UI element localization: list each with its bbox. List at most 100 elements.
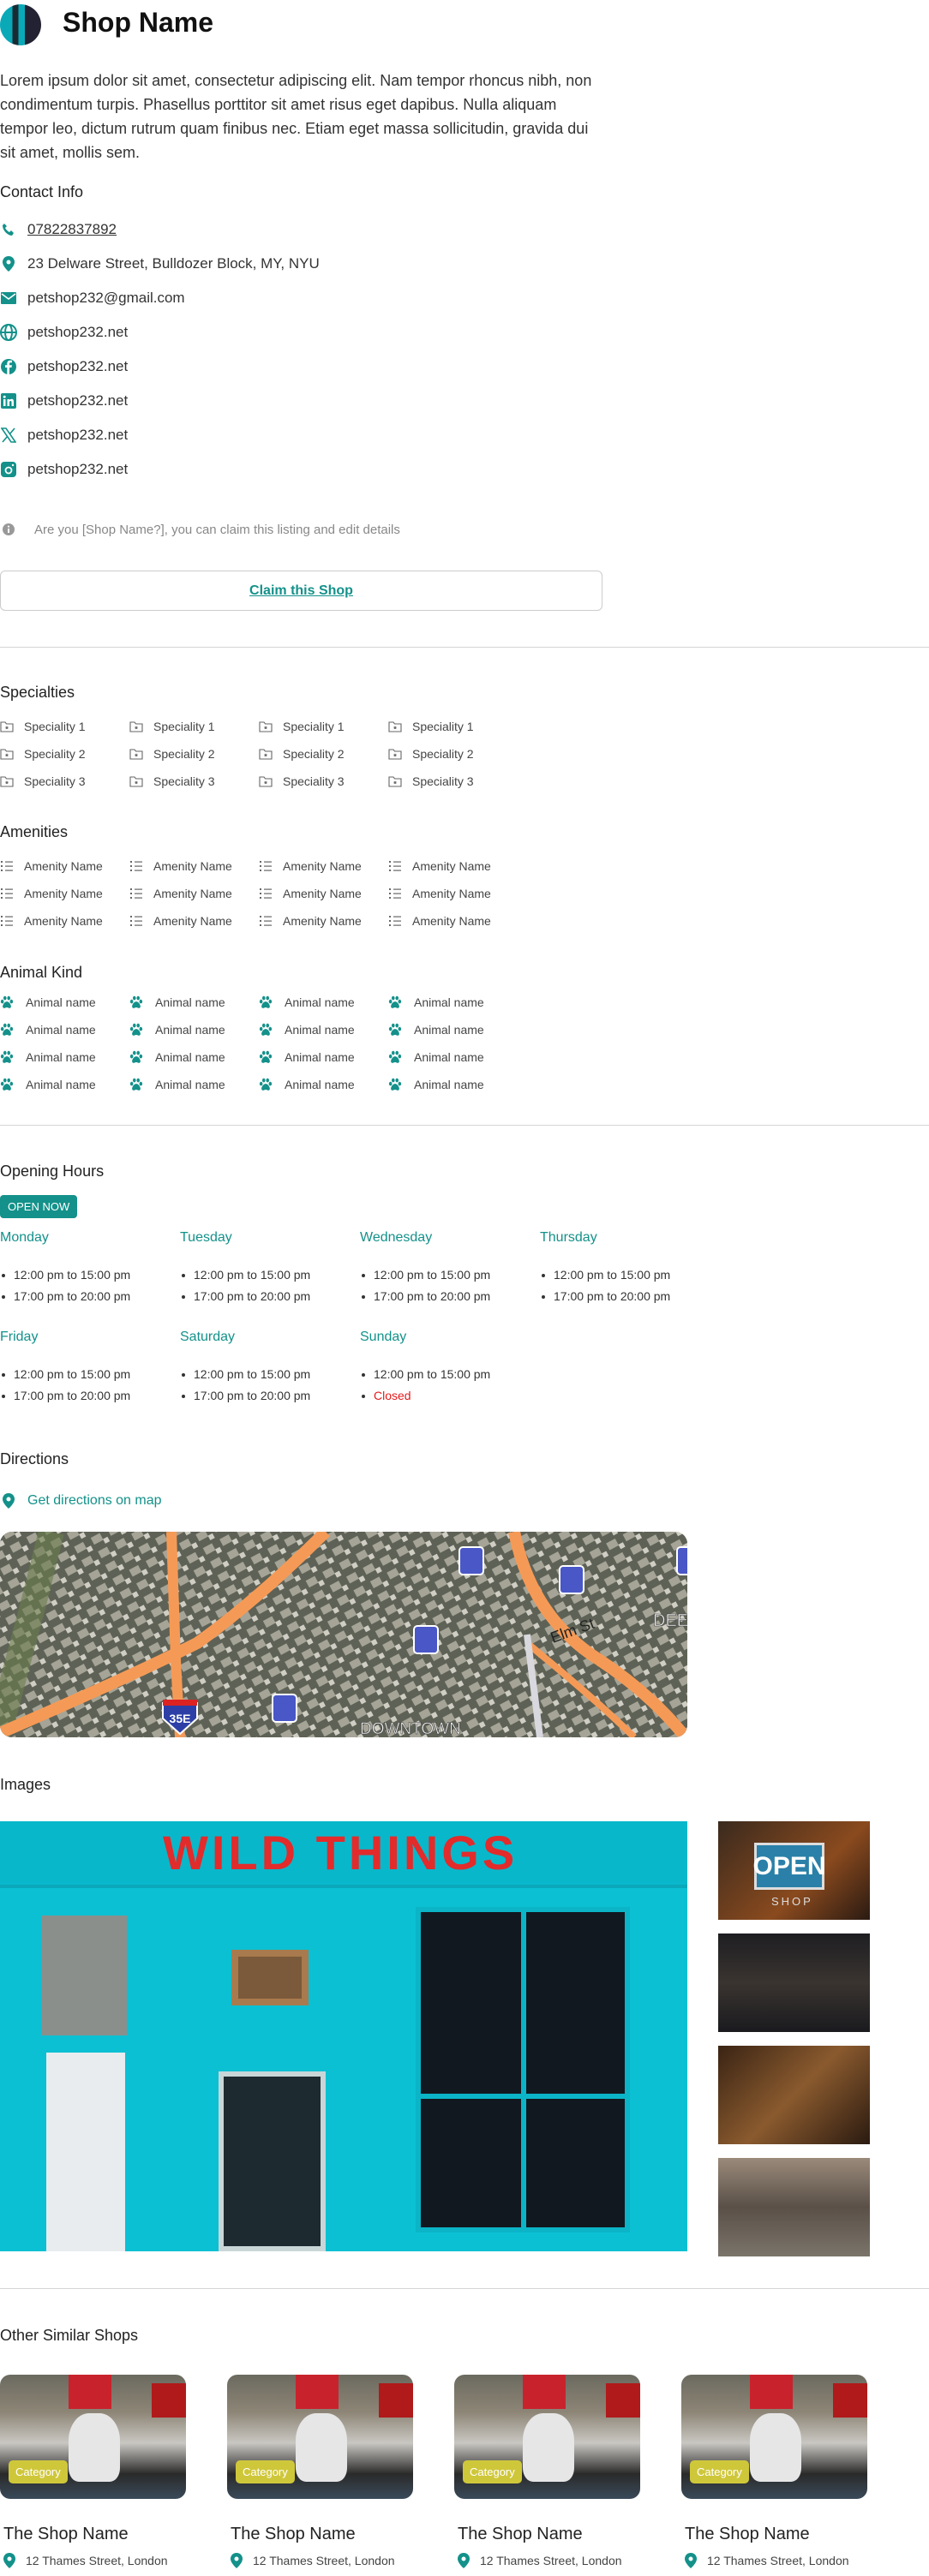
contact-item: petshop232.net — [0, 324, 128, 341]
animal-item: Animal name — [129, 1050, 225, 1064]
open-now-badge: OPEN NOW — [0, 1195, 78, 1218]
amenity-item-label: Amenity Name — [283, 887, 362, 900]
list-icon — [388, 887, 402, 900]
shop-avatar — [0, 4, 41, 45]
specialty-item: Speciality 1 — [259, 720, 345, 733]
storefront-sign: WILD THINGS — [163, 1826, 518, 1880]
day-saturday: Saturday 12:00 pm to 15:00 pm 17:00 pm to … — [180, 1330, 351, 1407]
shop-name[interactable]: The Shop Name — [458, 2525, 583, 2544]
directions-heading: Directions — [0, 1450, 69, 1467]
specialty-item: Speciality 3 — [0, 774, 86, 788]
instagram-icon — [0, 461, 17, 478]
amenities-heading: Amenities — [0, 823, 69, 840]
map[interactable]: 35E Elm St DOWNTOWN DEE — [0, 1532, 687, 1737]
category-badge: Category — [9, 2460, 68, 2483]
amenity-item-label: Amenity Name — [24, 914, 103, 928]
email-icon — [0, 290, 17, 307]
specialty-item: Speciality 2 — [388, 747, 474, 761]
day-thursday: Thursday 12:00 pm to 15:00 pm 17:00 pm to … — [540, 1230, 711, 1307]
day-name: Saturday — [180, 1330, 236, 1344]
shop-image[interactable]: Category — [0, 2375, 186, 2499]
contact-item: petshop232.net — [0, 358, 128, 375]
thumbnail-open-sign[interactable]: OPEN SHOP — [718, 1821, 870, 1920]
paw-icon — [0, 1050, 14, 1064]
similar-shop-card[interactable]: Category The Shop Name 12 Thames Street, L… — [0, 2375, 189, 2568]
amenity-item-label: Amenity Name — [153, 887, 232, 900]
contact-text: petshop232.net — [27, 358, 129, 374]
amenity-item-label: Amenity Name — [283, 914, 362, 928]
time-slot: 12:00 pm to 15:00 pm — [0, 1264, 171, 1286]
paw-icon — [129, 1050, 143, 1064]
paw-icon — [0, 995, 14, 1009]
thumbnail-barista[interactable] — [718, 2046, 870, 2144]
shop-image[interactable]: Category — [454, 2375, 640, 2499]
map-label-downtown: DOWNTOWN — [360, 1720, 461, 1737]
folder-star-icon — [388, 774, 402, 788]
paw-icon — [259, 995, 273, 1009]
folder-star-icon — [388, 747, 402, 761]
contact-item: petshop232@gmail.com — [0, 290, 185, 307]
specialty-item-label: Speciality 2 — [412, 747, 474, 761]
get-directions-link[interactable]: Get directions on map — [0, 1492, 162, 1509]
category-badge: Category — [463, 2460, 522, 2483]
get-directions-text: Get directions on map — [27, 1493, 162, 1508]
claim-shop-button[interactable]: Claim this Shop — [0, 571, 602, 611]
contact-text: petshop232.net — [27, 461, 129, 477]
category-badge: Category — [690, 2460, 749, 2483]
shop-description: Lorem ipsum dolor sit amet, consectetur … — [0, 72, 592, 161]
contact-item: petshop232.net — [0, 427, 128, 444]
day-name: Wednesday — [360, 1230, 433, 1245]
contact-item[interactable]: 07822837892 — [0, 221, 117, 238]
open-sign-sub: SHOP — [771, 1895, 813, 1908]
time-slot: 12:00 pm to 15:00 pm — [540, 1264, 711, 1286]
amenity-item-label: Amenity Name — [153, 914, 232, 928]
category-badge: Category — [236, 2460, 295, 2483]
shop-image[interactable]: Category — [681, 2375, 867, 2499]
list-icon — [129, 887, 143, 900]
time-slot: 17:00 pm to 20:00 pm — [0, 1286, 171, 1307]
day-monday: Monday 12:00 pm to 15:00 pm 17:00 pm to 20… — [0, 1230, 171, 1307]
time-slot: 17:00 pm to 20:00 pm — [540, 1286, 711, 1307]
location-pin-icon — [685, 2553, 697, 2568]
specialty-item: Speciality 1 — [129, 720, 215, 733]
divider — [0, 2288, 929, 2289]
time-slot: 17:00 pm to 20:00 pm — [180, 1385, 351, 1407]
shop-name[interactable]: The Shop Name — [685, 2525, 810, 2544]
shop-image[interactable]: Category — [227, 2375, 413, 2499]
similar-shop-card[interactable]: Category The Shop Name 12 Thames Street, L… — [227, 2375, 416, 2568]
day-sunday: Sunday 12:00 pm to 15:00 pm Closed — [360, 1330, 531, 1407]
shop-address: 12 Thames Street, London — [231, 2553, 395, 2568]
paw-icon — [388, 995, 402, 1009]
similar-shop-card[interactable]: Category The Shop Name 12 Thames Street, L… — [681, 2375, 870, 2568]
list-icon — [0, 887, 14, 900]
shop-name[interactable]: The Shop Name — [231, 2525, 356, 2544]
main-image[interactable]: WILD THINGS — [0, 1821, 687, 2251]
opening-hours-heading: Opening Hours — [0, 1162, 105, 1180]
facebook-icon — [0, 358, 17, 375]
divider — [0, 1125, 929, 1126]
time-slots: 12:00 pm to 15:00 pm 17:00 pm to 20:00 pm — [180, 1364, 351, 1407]
animal-item: Animal name — [0, 1078, 96, 1091]
time-slot: 12:00 pm to 15:00 pm — [360, 1264, 531, 1286]
map-label-dee: DEE — [653, 1611, 687, 1630]
folder-star-icon — [0, 720, 14, 733]
contact-text[interactable]: 07822837892 — [27, 221, 117, 238]
thumbnail-puppies[interactable] — [718, 2158, 870, 2256]
animal-item: Animal name — [259, 1078, 355, 1091]
list-icon — [259, 914, 273, 928]
paw-icon — [129, 1023, 143, 1037]
amenity-item-label: Amenity Name — [24, 887, 103, 900]
animal-item: Animal name — [388, 995, 484, 1009]
images-heading: Images — [0, 1776, 51, 1793]
similar-shop-card[interactable]: Category The Shop Name 12 Thames Street, L… — [454, 2375, 643, 2568]
specialty-item-label: Speciality 3 — [24, 774, 86, 788]
paw-icon — [0, 1078, 14, 1091]
thumbnail-store-interior[interactable] — [718, 1933, 870, 2032]
day-tuesday: Tuesday 12:00 pm to 15:00 pm 17:00 pm to 2… — [180, 1230, 351, 1307]
specialty-item-label: Speciality 2 — [153, 747, 215, 761]
time-slots: 12:00 pm to 15:00 pm 17:00 pm to 20:00 pm — [180, 1264, 351, 1307]
shop-name[interactable]: The Shop Name — [3, 2525, 129, 2544]
time-slot: Closed — [360, 1385, 531, 1407]
shop-address: 12 Thames Street, London — [3, 2553, 168, 2568]
shop-address-text: 12 Thames Street, London — [253, 2554, 395, 2567]
